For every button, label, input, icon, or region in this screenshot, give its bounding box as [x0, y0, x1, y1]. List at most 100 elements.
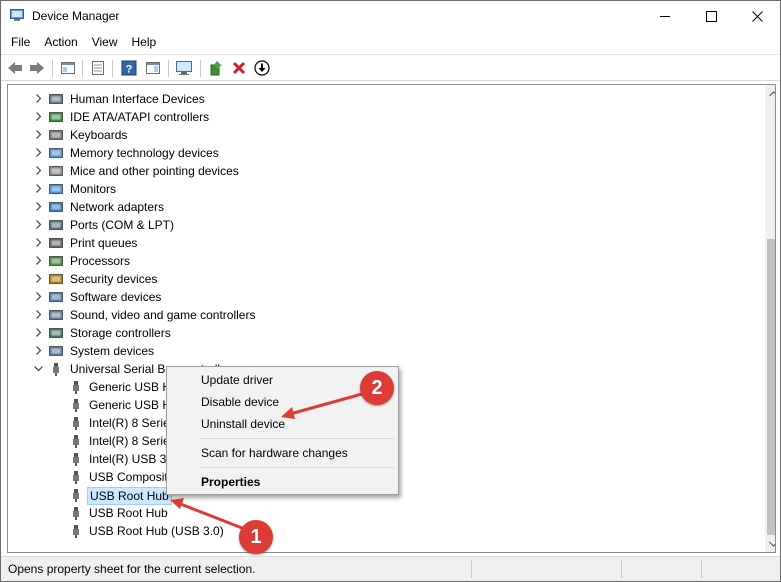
- status-panel-divider: [621, 560, 622, 578]
- chevron-right-icon[interactable]: [34, 238, 43, 247]
- maximize-button[interactable]: [688, 1, 734, 31]
- status-panel-divider: [701, 560, 702, 578]
- monitor-icon: [49, 184, 63, 194]
- usb-device-item[interactable]: Generic USB H: [87, 397, 173, 413]
- chevron-right-icon[interactable]: [34, 148, 43, 157]
- usb-icon: [53, 363, 59, 376]
- chevron-right-icon[interactable]: [34, 184, 43, 193]
- properties-sheet-icon: [61, 62, 75, 74]
- show-hide-console-tree-button[interactable]: [58, 58, 78, 78]
- tree-category[interactable]: Monitors: [68, 181, 118, 197]
- annotation-badge-1: 1: [239, 520, 273, 554]
- chevron-right-icon[interactable]: [34, 202, 43, 211]
- context-menu-separator: [199, 467, 394, 468]
- forward-arrow-icon: [30, 62, 44, 74]
- chevron-right-icon[interactable]: [34, 220, 43, 229]
- tree-category[interactable]: Security devices: [68, 271, 159, 287]
- tree-category[interactable]: Human Interface Devices: [68, 91, 207, 107]
- usb-device-icon: [73, 399, 79, 412]
- storage-icon: [49, 328, 63, 338]
- update-driver-button[interactable]: [206, 58, 226, 78]
- tree-category[interactable]: Storage controllers: [68, 325, 173, 341]
- usb-device-icon: [73, 525, 79, 538]
- device-manager-app-icon: [10, 9, 24, 21]
- chevron-right-icon[interactable]: [34, 112, 43, 121]
- update-driver-icon: [210, 61, 222, 76]
- tree-category[interactable]: Memory technology devices: [68, 145, 221, 161]
- tree-category[interactable]: Ports (COM & LPT): [68, 217, 176, 233]
- maximize-icon: [705, 10, 717, 22]
- context-menu-properties[interactable]: Properties: [169, 471, 396, 493]
- ide-controller-icon: [49, 112, 63, 122]
- tree-category[interactable]: Software devices: [68, 289, 163, 305]
- chevron-right-icon[interactable]: [34, 130, 43, 139]
- usb-device-item[interactable]: Generic USB H: [87, 379, 173, 395]
- forward-button[interactable]: [27, 58, 47, 78]
- minimize-button[interactable]: [642, 1, 688, 31]
- toolbar-separator: [168, 60, 169, 77]
- scroll-down-button[interactable]: [765, 535, 775, 552]
- tree-category[interactable]: Processors: [68, 253, 132, 269]
- toolbar-separator: [112, 60, 113, 77]
- system-icon: [49, 346, 63, 356]
- chevron-right-icon[interactable]: [34, 346, 43, 355]
- tree-category[interactable]: Keyboards: [68, 127, 129, 143]
- memory-icon: [49, 148, 63, 158]
- toolbar-separator: [52, 60, 53, 77]
- chevron-right-icon[interactable]: [34, 166, 43, 175]
- context-menu-uninstall-device[interactable]: Uninstall device: [169, 413, 396, 435]
- usb-device-icon: [73, 489, 79, 502]
- chevron-right-icon[interactable]: [34, 292, 43, 301]
- mouse-icon: [49, 166, 63, 176]
- close-button[interactable]: [734, 1, 780, 31]
- usb-device-item[interactable]: USB Root Hub (USB 3.0): [87, 523, 226, 539]
- help-button[interactable]: ?: [119, 58, 139, 78]
- tree-category[interactable]: System devices: [68, 343, 156, 359]
- menu-action[interactable]: Action: [37, 32, 84, 53]
- enable-device-button[interactable]: [252, 58, 272, 78]
- tree-category[interactable]: Mice and other pointing devices: [68, 163, 241, 179]
- status-panel-divider: [471, 560, 472, 578]
- close-icon: [751, 10, 763, 22]
- back-button[interactable]: [5, 58, 25, 78]
- usb-device-item[interactable]: USB Composit: [87, 469, 170, 485]
- usb-device-item[interactable]: USB Root Hub: [87, 487, 172, 505]
- tree-category[interactable]: Sound, video and game controllers: [68, 307, 257, 323]
- window-title: Device Manager: [32, 9, 120, 23]
- menu-file[interactable]: File: [4, 32, 37, 53]
- status-text: Opens property sheet for the current sel…: [8, 562, 256, 576]
- keyboard-icon: [49, 130, 63, 140]
- menu-bar: File Action View Help: [1, 32, 780, 53]
- uninstall-x-icon: [232, 61, 246, 75]
- chevron-down-icon: [769, 541, 775, 547]
- chevron-right-icon[interactable]: [34, 274, 43, 283]
- chevron-right-icon[interactable]: [34, 328, 43, 337]
- menu-help[interactable]: Help: [125, 32, 164, 53]
- usb-device-item[interactable]: USB Root Hub: [87, 505, 170, 521]
- tree-category[interactable]: IDE ATA/ATAPI controllers: [68, 109, 211, 125]
- scroll-up-button[interactable]: [765, 85, 775, 102]
- chevron-down-icon[interactable]: [34, 364, 43, 373]
- uninstall-device-button[interactable]: [229, 58, 249, 78]
- tree-category[interactable]: Print queues: [68, 235, 139, 251]
- menu-view[interactable]: View: [85, 32, 125, 53]
- usb-device-item[interactable]: Intel(R) 8 Series: [87, 433, 178, 449]
- svg-text:?: ?: [126, 64, 133, 76]
- chevron-right-icon[interactable]: [34, 256, 43, 265]
- scan-hardware-button[interactable]: [174, 58, 194, 78]
- vertical-scrollbar[interactable]: [765, 85, 775, 552]
- processor-icon: [49, 256, 63, 266]
- update-view-icon: [146, 62, 160, 74]
- annotation-badge-2: 2: [360, 371, 394, 405]
- chevron-right-icon[interactable]: [34, 310, 43, 319]
- device-manager-window: Device Manager File Action View Help ? H…: [0, 0, 781, 582]
- properties-button[interactable]: [88, 58, 108, 78]
- scroll-thumb[interactable]: [767, 239, 775, 535]
- tree-category[interactable]: Network adapters: [68, 199, 166, 215]
- chevron-right-icon[interactable]: [34, 94, 43, 103]
- action-pane-button[interactable]: [143, 58, 163, 78]
- usb-device-item[interactable]: Intel(R) 8 Series: [87, 415, 178, 431]
- chevron-up-icon: [769, 90, 775, 96]
- context-menu-scan-hardware[interactable]: Scan for hardware changes: [169, 442, 396, 464]
- usb-device-item[interactable]: Intel(R) USB 3.0: [87, 451, 178, 467]
